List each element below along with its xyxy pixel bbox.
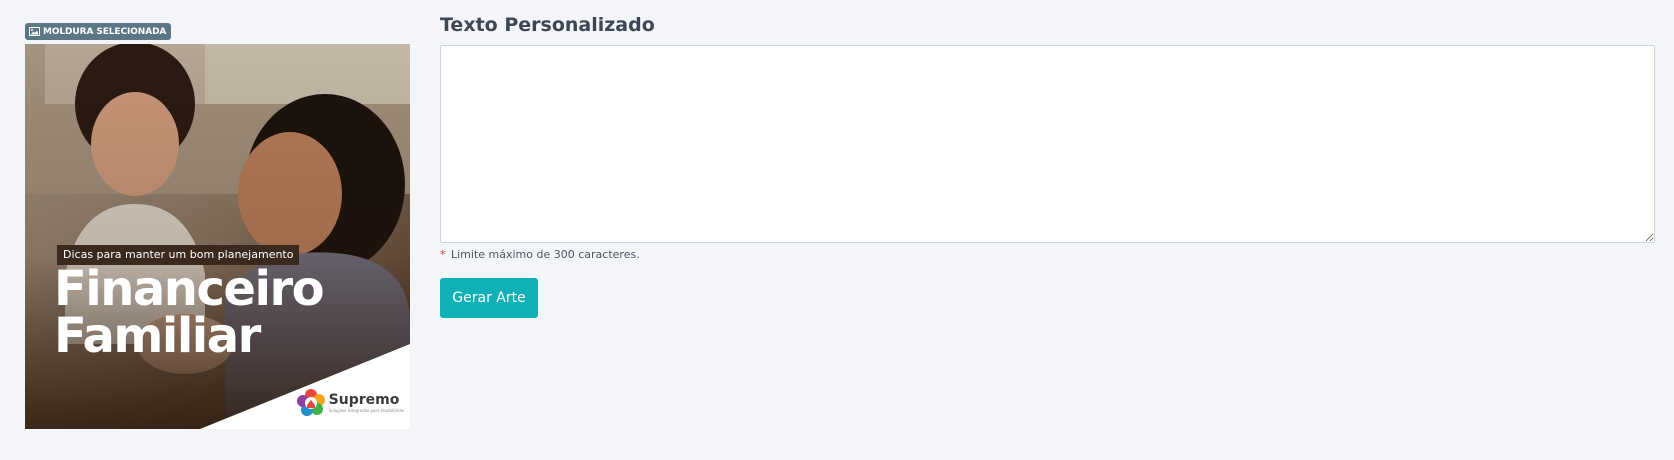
custom-text-title: Texto Personalizado	[440, 14, 655, 36]
custom-text-input[interactable]	[440, 45, 1655, 243]
preview-photo	[25, 44, 410, 429]
preview-headline: Financeiro Familiar	[54, 261, 325, 364]
image-icon	[29, 27, 40, 36]
headline-line-1: Financeiro	[54, 261, 325, 317]
selected-frame-badge: MOLDURA SELECIONADA	[25, 23, 172, 40]
hint-text: Limite máximo de 300 caracteres.	[451, 248, 640, 261]
headline-line-2: Familiar	[54, 308, 261, 364]
character-limit-hint: * Limite máximo de 300 caracteres.	[440, 248, 640, 261]
page: MOLDURA SELECIONADA Dicas para manter um…	[0, 0, 1674, 460]
required-marker: *	[440, 248, 446, 261]
brand-subtitle: Soluções Integradas para Imobiliárias	[328, 408, 404, 413]
supremo-logo-icon	[296, 389, 325, 416]
brand-name: Supremo	[328, 392, 400, 408]
frame-preview[interactable]: Dicas para manter um bom planejamento Fi…	[25, 44, 410, 429]
generate-art-button[interactable]: Gerar Arte	[440, 278, 538, 318]
brand-logo: Supremo Soluções Integradas para Imobili…	[296, 388, 404, 418]
badge-label: MOLDURA SELECIONADA	[43, 26, 167, 37]
